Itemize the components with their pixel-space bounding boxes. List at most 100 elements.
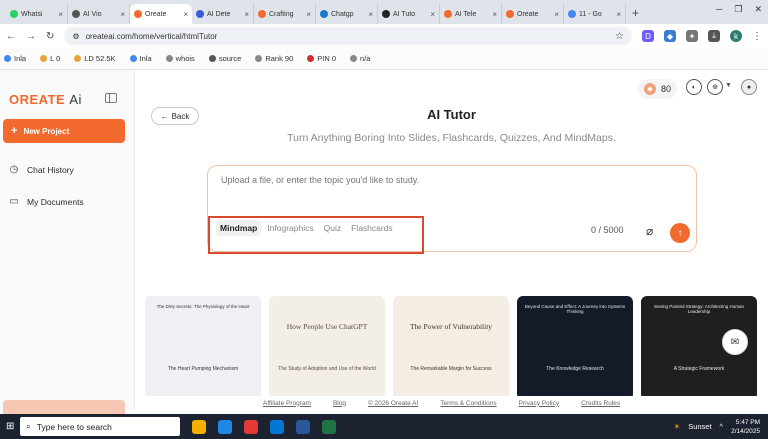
language-chevron-down-icon[interactable]: ▼ (725, 82, 732, 89)
seo-metric[interactable]: n/a (350, 54, 370, 63)
template-card[interactable]: The Power of Vulnerability The Remarkabl… (393, 296, 509, 400)
mode-flashcards[interactable]: Flashcards (347, 220, 397, 236)
url-text: oreateai.com/home/vertical/htmlTutor (85, 31, 218, 41)
mode-mindmap[interactable]: Mindmap (216, 220, 262, 236)
mode-quiz[interactable]: Quiz (320, 220, 345, 236)
profile-avatar[interactable]: k (730, 30, 742, 42)
seo-metric[interactable]: LD 52.5K (74, 54, 116, 63)
sidebar-item-chat-history[interactable]: ◷ Chat History (8, 164, 74, 175)
seo-metric[interactable]: PIN 0 (307, 54, 336, 63)
browser-tab[interactable]: AI Vio × (68, 4, 130, 24)
close-tab-icon[interactable]: × (120, 10, 125, 19)
weather-icon: ☀ (673, 422, 681, 431)
theme-icon[interactable]: ◐ (686, 79, 702, 95)
browser-tab[interactable]: AI Tuto × (378, 4, 440, 24)
address-bar[interactable]: ⚙ oreateai.com/home/vertical/htmlTutor ☆ (64, 27, 632, 45)
bookmark-star-icon[interactable]: ☆ (615, 31, 624, 42)
back-button[interactable]: ← Back (151, 107, 199, 125)
topic-input[interactable] (221, 175, 581, 185)
close-tab-icon[interactable]: × (368, 10, 373, 19)
close-tab-icon[interactable]: × (58, 10, 63, 19)
mode-selector: Mindmap Infographics Quiz Flashcards (216, 220, 397, 236)
plus-icon: + (11, 125, 18, 137)
chrome-icon[interactable] (244, 419, 258, 434)
clock[interactable]: 5:47 PM 2/14/2025 (731, 418, 760, 436)
footer-links: Affiliate Program Blog © 2026 Oreate AI Ter… (135, 396, 768, 410)
windows-start-icon[interactable]: ⊞ (6, 421, 14, 432)
site-info-icon[interactable]: ⚙ (72, 32, 79, 41)
footer-link[interactable]: Blog (333, 400, 346, 407)
browser-tab[interactable]: Oreate × (130, 4, 192, 24)
footer-link[interactable]: Terms & Conditions (440, 400, 496, 407)
browser-tab[interactable]: 11 - Go × (564, 4, 626, 24)
minimize-icon[interactable]: ─ (716, 4, 722, 15)
seo-metric-icon (40, 55, 48, 62)
card-footer-text: A Strategic Framework (673, 366, 725, 372)
template-card[interactable]: The Dirty Secrets: The Physiology of the… (145, 296, 261, 400)
attach-paperclip-icon[interactable]: ⌀ (646, 224, 653, 238)
page-title: AI Tutor (427, 107, 476, 122)
seo-metric[interactable]: Inla (129, 54, 152, 63)
credits-badge[interactable]: ◆ 80 (638, 79, 678, 99)
close-tab-icon[interactable]: × (554, 10, 559, 19)
footer-link[interactable]: Privacy Policy (519, 400, 559, 407)
footer-link[interactable]: Credits Rules (581, 400, 620, 407)
mode-infographics[interactable]: Infographics (263, 220, 317, 236)
word-icon[interactable] (296, 419, 310, 434)
tab-favicon-icon (10, 10, 18, 18)
template-card[interactable]: How People Use ChatGPT The Study of Adop… (269, 296, 385, 400)
forward-arrow-icon[interactable]: → (26, 31, 36, 42)
new-tab-button[interactable]: + (632, 4, 639, 24)
browser-tab[interactable]: Crafting × (254, 4, 316, 24)
arrow-up-icon: ↑ (677, 227, 683, 239)
seo-metric-icon (165, 55, 173, 62)
maximize-icon[interactable]: ❐ (734, 4, 742, 15)
browser-tab[interactable]: Oreate × (502, 4, 564, 24)
browser-tab[interactable]: AI Dete × (192, 4, 254, 24)
extension-d-icon[interactable]: D (642, 30, 654, 42)
seo-metric[interactable]: whois (165, 54, 195, 63)
sidebar-item-my-documents[interactable]: ▭ My Documents (8, 196, 83, 207)
seo-metric[interactable]: Inla (4, 54, 26, 63)
extension-blue-icon[interactable]: ◆ (664, 30, 676, 42)
seo-metric[interactable]: Rank 90 (255, 54, 293, 63)
close-tab-icon[interactable]: × (616, 10, 621, 19)
taskbar-search[interactable]: ⌕ Type here to search (20, 417, 180, 436)
seo-metric[interactable]: source (208, 54, 241, 63)
downloads-icon[interactable]: ⤓ (708, 30, 720, 42)
browser-tab[interactable]: AI Tele × (440, 4, 502, 24)
support-chat-icon[interactable]: ✉ (722, 329, 748, 355)
mail-icon[interactable] (270, 419, 284, 434)
browser-tab[interactable]: Whatsi × (6, 4, 68, 24)
sidebar-collapse-icon[interactable] (105, 93, 117, 103)
close-tab-icon[interactable]: × (306, 10, 311, 19)
file-explorer-icon[interactable] (192, 419, 206, 434)
footer-link[interactable]: Affiliate Program (263, 400, 311, 407)
seo-metric[interactable]: L 0 (40, 54, 60, 63)
browser-menu-icon[interactable]: ⋮ (752, 31, 762, 42)
back-arrow-icon[interactable]: ← (6, 31, 16, 42)
tray-chevron-icon[interactable]: ^ (720, 422, 724, 431)
browser-tab[interactable]: Chatgp × (316, 4, 378, 24)
edge-icon[interactable] (218, 419, 232, 434)
extensions-puzzle-icon[interactable]: ✦ (686, 30, 698, 42)
template-card[interactable]: Beyond Cause and Effect: A Journey into … (517, 296, 633, 400)
reload-icon[interactable]: ↻ (46, 31, 54, 42)
excel-icon[interactable] (322, 419, 336, 434)
language-globe-icon[interactable]: ⊕ (707, 79, 723, 95)
close-tab-icon[interactable]: × (244, 10, 249, 19)
close-window-icon[interactable]: ✕ (754, 4, 762, 15)
footer-link[interactable]: © 2026 Oreate AI (368, 400, 418, 407)
close-tab-icon[interactable]: × (430, 10, 435, 19)
send-button[interactable]: ↑ (670, 223, 690, 243)
new-project-button[interactable]: + New Project (3, 119, 125, 143)
card-subtitle: Beyond Cause and Effect: A Journey into … (524, 304, 626, 314)
user-avatar[interactable]: ● (741, 79, 757, 95)
seo-metric-icon (208, 55, 216, 62)
app-logo[interactable]: OREATE Ai (9, 92, 82, 107)
upgrade-banner[interactable] (3, 400, 125, 414)
close-tab-icon[interactable]: × (183, 10, 188, 19)
close-tab-icon[interactable]: × (492, 10, 497, 19)
main-content: ◆ 80 ◐ ⊕ ▼ ● AI Tutor ← Back Turn Anythi… (135, 70, 768, 410)
page-subtitle: Turn Anything Boring Into Slides, Flashc… (287, 132, 616, 144)
